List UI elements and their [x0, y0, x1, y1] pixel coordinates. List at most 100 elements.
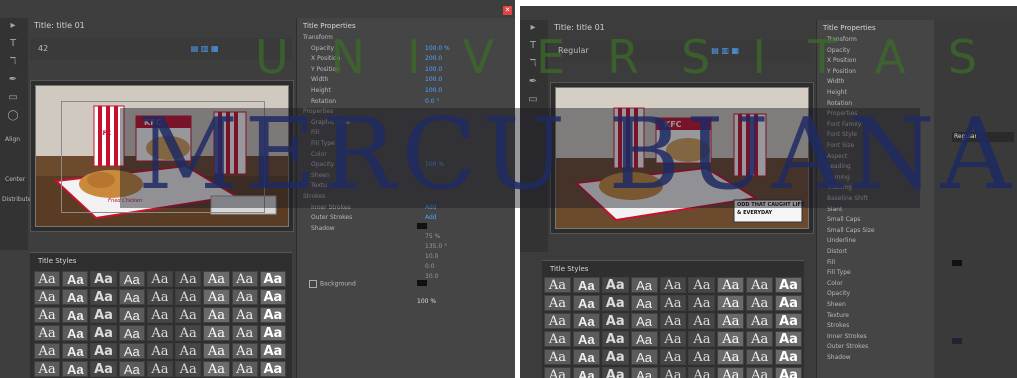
- right-style-swatch[interactable]: Aa: [659, 295, 687, 311]
- left-style-swatch[interactable]: Aa: [118, 289, 145, 305]
- left-style-swatch[interactable]: Aa: [175, 325, 202, 341]
- right-style-swatch[interactable]: Aa: [717, 295, 745, 311]
- left-style-swatch[interactable]: Aa: [146, 307, 174, 323]
- right-style-swatch[interactable]: Aa: [601, 349, 629, 365]
- property-value[interactable]: 200.0: [425, 55, 442, 62]
- left-style-swatch[interactable]: Aa: [259, 325, 286, 341]
- right-style-swatch[interactable]: Aa: [572, 331, 600, 347]
- vertical-type-tool-icon[interactable]: ℸ: [5, 56, 21, 68]
- right-style-swatch[interactable]: Aa: [775, 367, 802, 378]
- right-style-swatch[interactable]: Aa: [601, 277, 629, 293]
- right-style-swatch[interactable]: Aa: [544, 331, 571, 347]
- rectangle-tool-icon-right[interactable]: ▭: [525, 94, 541, 106]
- property-value[interactable]: 0.0 °: [425, 98, 439, 105]
- left-style-swatch[interactable]: Aa: [231, 343, 258, 359]
- left-style-swatch[interactable]: Aa: [259, 271, 286, 287]
- background-check-icon[interactable]: [309, 280, 317, 288]
- right-style-swatch[interactable]: Aa: [775, 349, 802, 365]
- right-style-swatch[interactable]: Aa: [775, 295, 802, 311]
- rectangle-tool-icon[interactable]: ▭: [5, 92, 21, 104]
- left-style-swatch[interactable]: Aa: [118, 361, 145, 377]
- shadow-value[interactable]: 0.0: [425, 263, 435, 270]
- property-value[interactable]: 100.0: [425, 66, 442, 73]
- fill-color-swatch[interactable]: [952, 260, 962, 266]
- left-style-swatch[interactable]: Aa: [175, 289, 202, 305]
- shadow-value[interactable]: 75 %: [425, 233, 440, 240]
- left-style-swatch[interactable]: Aa: [259, 307, 286, 323]
- left-style-swatch[interactable]: Aa: [175, 271, 202, 287]
- left-style-swatch[interactable]: Aa: [203, 289, 230, 305]
- left-style-swatch[interactable]: Aa: [90, 343, 117, 359]
- right-style-swatch[interactable]: Aa: [601, 295, 629, 311]
- right-style-swatch[interactable]: Aa: [630, 295, 658, 311]
- left-style-swatch[interactable]: Aa: [146, 361, 174, 377]
- left-style-swatch[interactable]: Aa: [62, 289, 89, 305]
- align-buttons-icon-right[interactable]: ▤ ▥ ▦: [711, 46, 739, 55]
- right-style-swatch[interactable]: Aa: [746, 331, 774, 347]
- right-style-swatch[interactable]: Aa: [775, 313, 802, 329]
- font-size-value[interactable]: 42: [38, 44, 48, 53]
- property-value[interactable]: 100.0 %: [425, 45, 450, 52]
- right-style-swatch[interactable]: Aa: [572, 367, 600, 378]
- right-style-swatch[interactable]: Aa: [544, 367, 571, 378]
- right-style-swatch[interactable]: Aa: [746, 349, 774, 365]
- font-style-value[interactable]: Regular: [558, 46, 589, 55]
- right-style-swatch[interactable]: Aa: [659, 277, 687, 293]
- left-style-swatch[interactable]: Aa: [175, 361, 202, 377]
- right-style-swatch[interactable]: Aa: [659, 367, 687, 378]
- right-style-swatch[interactable]: Aa: [630, 349, 658, 365]
- right-style-swatch[interactable]: Aa: [544, 313, 571, 329]
- right-style-swatch[interactable]: Aa: [688, 367, 716, 378]
- left-style-swatch[interactable]: Aa: [231, 307, 258, 323]
- ellipse-tool-icon[interactable]: ◯: [5, 110, 21, 122]
- right-style-swatch[interactable]: Aa: [717, 331, 745, 347]
- left-style-swatch[interactable]: Aa: [146, 343, 174, 359]
- left-style-swatch[interactable]: Aa: [118, 343, 145, 359]
- left-style-swatch[interactable]: Aa: [62, 271, 89, 287]
- left-style-swatch[interactable]: Aa: [34, 361, 61, 377]
- left-style-swatch[interactable]: Aa: [34, 289, 61, 305]
- right-style-swatch[interactable]: Aa: [572, 313, 600, 329]
- shadow-value[interactable]: 10.0: [425, 253, 438, 260]
- background-color-swatch[interactable]: [417, 280, 427, 286]
- left-style-swatch[interactable]: Aa: [118, 307, 145, 323]
- right-style-swatch[interactable]: Aa: [688, 295, 716, 311]
- vertical-type-tool-icon-right[interactable]: ℸ: [525, 58, 541, 70]
- pen-tool-icon[interactable]: ✒: [5, 74, 21, 86]
- right-style-swatch[interactable]: Aa: [572, 277, 600, 293]
- right-style-swatch[interactable]: Aa: [544, 349, 571, 365]
- type-tool-icon-right[interactable]: T: [525, 40, 541, 52]
- left-style-swatch[interactable]: Aa: [146, 289, 174, 305]
- type-tool-icon[interactable]: T: [5, 38, 21, 50]
- shadow-value[interactable]: 30.0: [425, 273, 438, 280]
- left-style-swatch[interactable]: Aa: [146, 271, 174, 287]
- right-style-swatch[interactable]: Aa: [746, 277, 774, 293]
- left-style-swatch[interactable]: Aa: [203, 307, 230, 323]
- shadow-value[interactable]: 135.0 °: [425, 243, 447, 250]
- left-style-swatch[interactable]: Aa: [34, 325, 61, 341]
- font-style-dropdown[interactable]: Regular: [952, 132, 1014, 142]
- shadow-color-swatch-right[interactable]: [952, 338, 962, 344]
- left-style-swatch[interactable]: Aa: [62, 361, 89, 377]
- left-style-swatch[interactable]: Aa: [203, 343, 230, 359]
- left-style-swatch[interactable]: Aa: [62, 325, 89, 341]
- right-style-swatch[interactable]: Aa: [717, 367, 745, 378]
- right-style-swatch[interactable]: Aa: [630, 277, 658, 293]
- right-style-swatch[interactable]: Aa: [717, 277, 745, 293]
- right-style-swatch[interactable]: Aa: [544, 277, 571, 293]
- left-style-swatch[interactable]: Aa: [90, 307, 117, 323]
- left-style-swatch[interactable]: Aa: [62, 307, 89, 323]
- close-icon[interactable]: ✕: [503, 6, 512, 15]
- background-opacity[interactable]: 100 %: [417, 298, 436, 305]
- left-style-swatch[interactable]: Aa: [259, 343, 286, 359]
- align-buttons-icon[interactable]: ▤ ▥ ▦: [191, 44, 219, 53]
- selection-tool-icon[interactable]: ▸: [5, 20, 21, 32]
- left-style-swatch[interactable]: Aa: [203, 325, 230, 341]
- right-style-swatch[interactable]: Aa: [746, 313, 774, 329]
- left-style-swatch[interactable]: Aa: [90, 289, 117, 305]
- left-style-swatch[interactable]: Aa: [62, 343, 89, 359]
- right-style-swatch[interactable]: Aa: [717, 313, 745, 329]
- right-style-swatch[interactable]: Aa: [630, 367, 658, 378]
- right-style-swatch[interactable]: Aa: [717, 349, 745, 365]
- right-style-swatch[interactable]: Aa: [630, 331, 658, 347]
